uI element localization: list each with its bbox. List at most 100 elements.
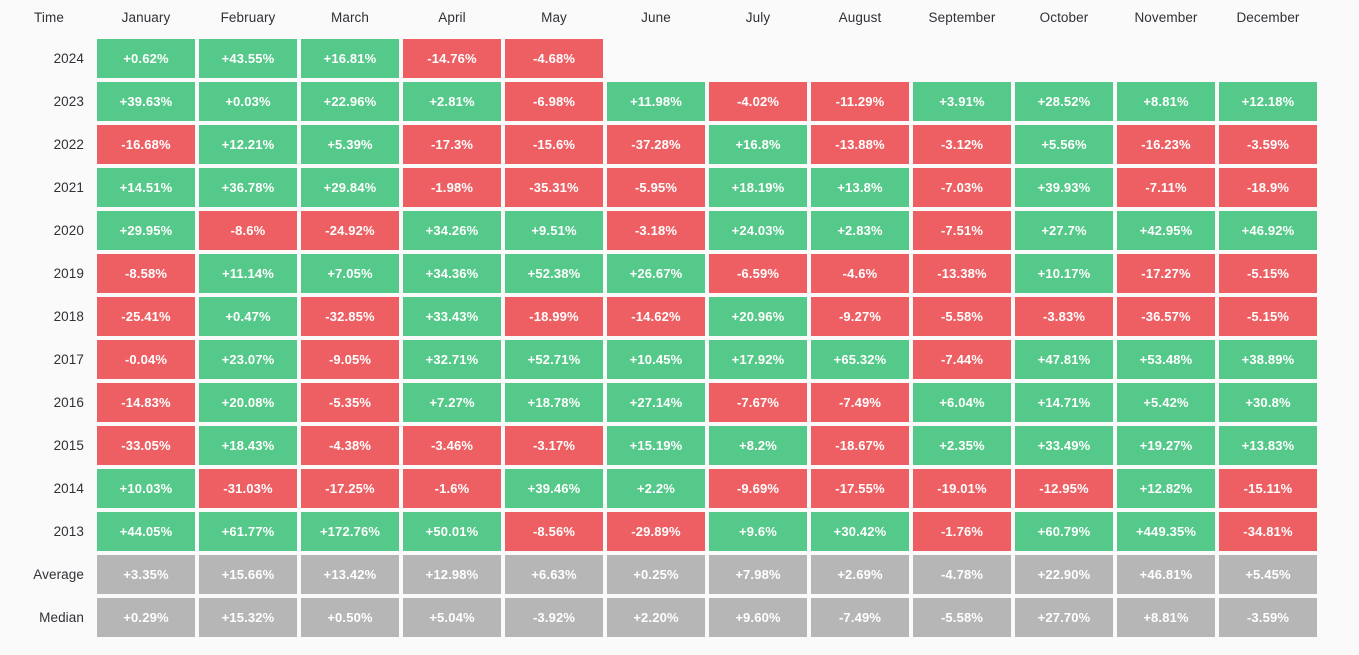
- cell-2013-august[interactable]: +30.42%: [811, 512, 909, 551]
- cell-2014-january[interactable]: +10.03%: [97, 469, 195, 508]
- cell-2024-june[interactable]: [607, 39, 705, 78]
- cell-average-september[interactable]: -4.78%: [913, 555, 1011, 594]
- cell-2019-may[interactable]: +52.38%: [505, 254, 603, 293]
- cell-2013-march[interactable]: +172.76%: [301, 512, 399, 551]
- cell-2024-july[interactable]: [709, 39, 807, 78]
- cell-2015-september[interactable]: +2.35%: [913, 426, 1011, 465]
- cell-2017-july[interactable]: +17.92%: [709, 340, 807, 379]
- cell-2021-february[interactable]: +36.78%: [199, 168, 297, 207]
- cell-average-november[interactable]: +46.81%: [1117, 555, 1215, 594]
- cell-2024-october[interactable]: [1015, 39, 1113, 78]
- cell-2013-october[interactable]: +60.79%: [1015, 512, 1113, 551]
- cell-2024-may[interactable]: -4.68%: [505, 39, 603, 78]
- cell-2017-june[interactable]: +10.45%: [607, 340, 705, 379]
- cell-2018-december[interactable]: -5.15%: [1219, 297, 1317, 336]
- cell-2016-august[interactable]: -7.49%: [811, 383, 909, 422]
- cell-median-october[interactable]: +27.70%: [1015, 598, 1113, 637]
- cell-2019-january[interactable]: -8.58%: [97, 254, 195, 293]
- cell-average-april[interactable]: +12.98%: [403, 555, 501, 594]
- cell-2017-april[interactable]: +32.71%: [403, 340, 501, 379]
- cell-2022-may[interactable]: -15.6%: [505, 125, 603, 164]
- cell-2016-april[interactable]: +7.27%: [403, 383, 501, 422]
- cell-2013-september[interactable]: -1.76%: [913, 512, 1011, 551]
- cell-2019-july[interactable]: -6.59%: [709, 254, 807, 293]
- cell-2016-june[interactable]: +27.14%: [607, 383, 705, 422]
- cell-2022-january[interactable]: -16.68%: [97, 125, 195, 164]
- cell-2015-february[interactable]: +18.43%: [199, 426, 297, 465]
- cell-2014-september[interactable]: -19.01%: [913, 469, 1011, 508]
- cell-2019-november[interactable]: -17.27%: [1117, 254, 1215, 293]
- cell-average-january[interactable]: +3.35%: [97, 555, 195, 594]
- cell-2018-april[interactable]: +33.43%: [403, 297, 501, 336]
- cell-average-july[interactable]: +7.98%: [709, 555, 807, 594]
- cell-2021-december[interactable]: -18.9%: [1219, 168, 1317, 207]
- cell-2024-november[interactable]: [1117, 39, 1215, 78]
- cell-2018-august[interactable]: -9.27%: [811, 297, 909, 336]
- cell-2018-january[interactable]: -25.41%: [97, 297, 195, 336]
- cell-2018-may[interactable]: -18.99%: [505, 297, 603, 336]
- cell-2023-may[interactable]: -6.98%: [505, 82, 603, 121]
- cell-2024-march[interactable]: +16.81%: [301, 39, 399, 78]
- cell-2023-february[interactable]: +0.03%: [199, 82, 297, 121]
- cell-median-february[interactable]: +15.32%: [199, 598, 297, 637]
- cell-2013-may[interactable]: -8.56%: [505, 512, 603, 551]
- cell-2016-october[interactable]: +14.71%: [1015, 383, 1113, 422]
- cell-2018-june[interactable]: -14.62%: [607, 297, 705, 336]
- cell-average-february[interactable]: +15.66%: [199, 555, 297, 594]
- cell-2022-july[interactable]: +16.8%: [709, 125, 807, 164]
- cell-2017-may[interactable]: +52.71%: [505, 340, 603, 379]
- cell-2013-april[interactable]: +50.01%: [403, 512, 501, 551]
- cell-2020-october[interactable]: +27.7%: [1015, 211, 1113, 250]
- cell-2021-april[interactable]: -1.98%: [403, 168, 501, 207]
- cell-2024-december[interactable]: [1219, 39, 1317, 78]
- cell-2014-february[interactable]: -31.03%: [199, 469, 297, 508]
- cell-2015-july[interactable]: +8.2%: [709, 426, 807, 465]
- cell-2021-may[interactable]: -35.31%: [505, 168, 603, 207]
- cell-2019-december[interactable]: -5.15%: [1219, 254, 1317, 293]
- cell-2021-june[interactable]: -5.95%: [607, 168, 705, 207]
- cell-2017-november[interactable]: +53.48%: [1117, 340, 1215, 379]
- cell-2016-september[interactable]: +6.04%: [913, 383, 1011, 422]
- cell-median-january[interactable]: +0.29%: [97, 598, 195, 637]
- cell-2016-march[interactable]: -5.35%: [301, 383, 399, 422]
- cell-2023-june[interactable]: +11.98%: [607, 82, 705, 121]
- cell-2015-may[interactable]: -3.17%: [505, 426, 603, 465]
- cell-2019-february[interactable]: +11.14%: [199, 254, 297, 293]
- cell-average-march[interactable]: +13.42%: [301, 555, 399, 594]
- cell-2021-october[interactable]: +39.93%: [1015, 168, 1113, 207]
- cell-2021-january[interactable]: +14.51%: [97, 168, 195, 207]
- cell-2022-february[interactable]: +12.21%: [199, 125, 297, 164]
- cell-2014-may[interactable]: +39.46%: [505, 469, 603, 508]
- cell-2014-august[interactable]: -17.55%: [811, 469, 909, 508]
- cell-2016-november[interactable]: +5.42%: [1117, 383, 1215, 422]
- cell-2022-december[interactable]: -3.59%: [1219, 125, 1317, 164]
- cell-median-june[interactable]: +2.20%: [607, 598, 705, 637]
- cell-median-august[interactable]: -7.49%: [811, 598, 909, 637]
- cell-2020-december[interactable]: +46.92%: [1219, 211, 1317, 250]
- cell-2014-november[interactable]: +12.82%: [1117, 469, 1215, 508]
- cell-2015-june[interactable]: +15.19%: [607, 426, 705, 465]
- cell-2019-september[interactable]: -13.38%: [913, 254, 1011, 293]
- cell-median-september[interactable]: -5.58%: [913, 598, 1011, 637]
- cell-average-may[interactable]: +6.63%: [505, 555, 603, 594]
- cell-2015-october[interactable]: +33.49%: [1015, 426, 1113, 465]
- cell-2021-august[interactable]: +13.8%: [811, 168, 909, 207]
- cell-2020-november[interactable]: +42.95%: [1117, 211, 1215, 250]
- cell-2015-march[interactable]: -4.38%: [301, 426, 399, 465]
- cell-average-october[interactable]: +22.90%: [1015, 555, 1113, 594]
- cell-2016-december[interactable]: +30.8%: [1219, 383, 1317, 422]
- cell-2014-june[interactable]: +2.2%: [607, 469, 705, 508]
- cell-2021-march[interactable]: +29.84%: [301, 168, 399, 207]
- cell-2013-december[interactable]: -34.81%: [1219, 512, 1317, 551]
- cell-2017-march[interactable]: -9.05%: [301, 340, 399, 379]
- cell-2024-january[interactable]: +0.62%: [97, 39, 195, 78]
- cell-average-december[interactable]: +5.45%: [1219, 555, 1317, 594]
- cell-2015-january[interactable]: -33.05%: [97, 426, 195, 465]
- cell-2014-march[interactable]: -17.25%: [301, 469, 399, 508]
- cell-2013-june[interactable]: -29.89%: [607, 512, 705, 551]
- cell-2013-november[interactable]: +449.35%: [1117, 512, 1215, 551]
- cell-2013-february[interactable]: +61.77%: [199, 512, 297, 551]
- cell-2023-march[interactable]: +22.96%: [301, 82, 399, 121]
- cell-average-august[interactable]: +2.69%: [811, 555, 909, 594]
- cell-2018-march[interactable]: -32.85%: [301, 297, 399, 336]
